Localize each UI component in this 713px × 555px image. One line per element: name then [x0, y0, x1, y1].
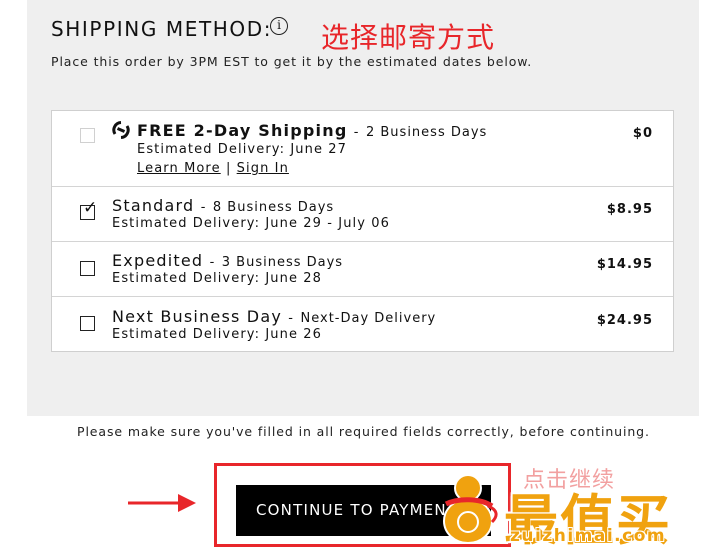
option-name: Standard — [112, 196, 195, 215]
shipping-method-heading: SHIPPING METHOD: — [51, 17, 273, 41]
option-price: $0 — [632, 126, 653, 141]
option-price: $14.95 — [596, 257, 653, 272]
option-name: FREE 2-Day Shipping — [137, 121, 348, 140]
option-name: Expedited — [112, 251, 204, 270]
option-separator: - — [288, 311, 295, 326]
checkbox-next-day[interactable] — [80, 316, 95, 331]
checkbox-standard[interactable]: ✓ — [80, 200, 97, 220]
annotation-select-shipping: 选择邮寄方式 — [321, 21, 496, 54]
checkbox-expedited[interactable] — [80, 261, 95, 276]
learn-more-link[interactable]: Learn More — [137, 161, 221, 176]
option-days: 2 Business Days — [365, 125, 488, 140]
watermark-gourd-icon — [443, 474, 498, 544]
annotation-arrow-icon — [128, 494, 196, 512]
shipping-subtitle: Place this order by 3PM EST to get it by… — [51, 54, 533, 69]
watermark-domain: zuizhimai.com — [510, 526, 667, 546]
checkbox-free-2day[interactable] — [80, 128, 95, 143]
checkmark-icon: ✓ — [83, 198, 98, 218]
info-icon[interactable]: i — [270, 17, 288, 35]
option-price: $24.95 — [596, 313, 653, 328]
option-estimate: Estimated Delivery: June 28 — [112, 271, 323, 286]
sign-in-link[interactable]: Sign In — [237, 161, 289, 176]
shipping-option-free-2day[interactable]: FREE 2-Day Shipping - 2 Business Days Es… — [52, 111, 673, 187]
option-days: Next-Day Delivery — [300, 311, 437, 326]
shipping-options-list: FREE 2-Day Shipping - 2 Business Days Es… — [51, 110, 674, 352]
shipping-option-expedited[interactable]: Expedited - 3 Business Days Estimated De… — [52, 242, 673, 297]
option-title: Standard - 8 Business Days — [112, 196, 334, 215]
option-price: $8.95 — [606, 202, 653, 217]
option-title: Expedited - 3 Business Days — [112, 251, 343, 270]
shoprunner-icon — [112, 121, 130, 139]
option-separator: - — [209, 255, 216, 270]
required-fields-notice: Please make sure you've filled in all re… — [77, 424, 650, 439]
option-title: FREE 2-Day Shipping - 2 Business Days — [137, 121, 487, 140]
shipping-option-standard[interactable]: ✓ Standard - 8 Business Days Estimated D… — [52, 187, 673, 242]
option-separator: - — [200, 200, 207, 215]
option-estimate: Estimated Delivery: June 29 - July 06 — [112, 216, 391, 231]
option-days: 3 Business Days — [221, 255, 344, 270]
free-shipping-links: Learn More | Sign In — [137, 161, 289, 176]
option-separator: - — [353, 125, 360, 140]
shipping-option-next-day[interactable]: Next Business Day - Next-Day Delivery Es… — [52, 297, 673, 351]
option-estimate: Estimated Delivery: June 27 — [137, 142, 348, 157]
link-divider: | — [225, 161, 232, 176]
option-title: Next Business Day - Next-Day Delivery — [112, 307, 436, 326]
option-name: Next Business Day — [112, 307, 282, 326]
option-days: 8 Business Days — [212, 200, 335, 215]
option-estimate: Estimated Delivery: June 26 — [112, 327, 323, 342]
